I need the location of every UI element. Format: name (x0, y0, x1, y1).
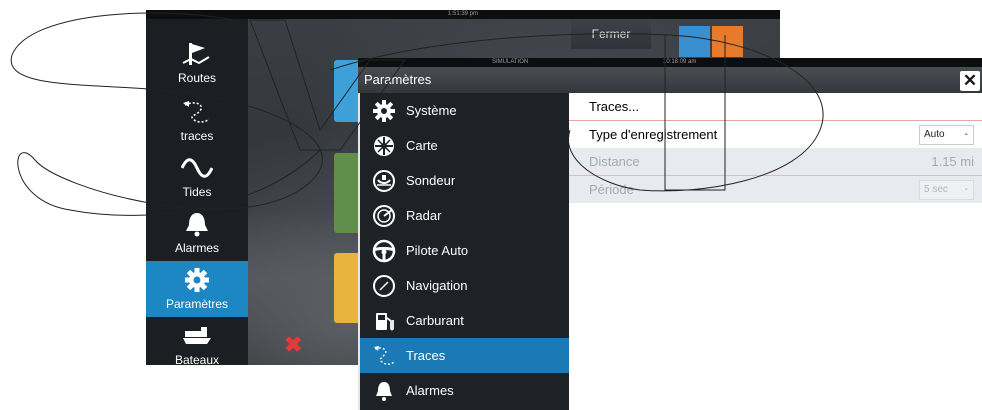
menu-item-alarmes[interactable]: Alarmes (360, 373, 569, 408)
gear-icon (185, 268, 209, 292)
settings-menu: Système Carte Sondeur Radar Pilote Auto … (358, 93, 569, 410)
traces-icon (374, 346, 395, 365)
app-tile-orange[interactable] (712, 26, 743, 57)
fermer-button[interactable]: Fermer (571, 19, 651, 49)
close-button[interactable]: ✕ (960, 71, 980, 91)
distance-row: Distance 1.15 mi (569, 148, 982, 175)
routes-flag-icon (182, 43, 210, 65)
sidebar-item-label: Routes (177, 71, 217, 85)
period-label: Période (589, 182, 634, 197)
sidebar-item-label: traces (180, 129, 214, 143)
settings-content: Traces... Type d'enregistrement Auto - D… (569, 93, 982, 410)
menu-item-radar[interactable]: Radar (360, 198, 569, 233)
menu-item-label: Navigation (406, 278, 468, 293)
chart-wheel-icon (374, 136, 394, 156)
dialog-status-bar: SIMULATION 10:18:09 am (358, 58, 982, 67)
menu-item-traces[interactable]: Traces (360, 338, 569, 373)
app-tile-blue[interactable] (679, 26, 710, 57)
radar-icon (373, 205, 395, 227)
sidebar-item-tides[interactable]: Tides (146, 149, 248, 205)
settings-dialog: SIMULATION 10:18:09 am Paramètres ✕ Syst… (358, 58, 982, 410)
menu-item-carte[interactable]: Carte (360, 128, 569, 163)
menu-item-label: Sondeur (406, 173, 456, 188)
background-status-bar: 1:51:39 pm (146, 10, 780, 19)
record-type-value: Auto (924, 129, 945, 140)
status-time: 10:18:09 am (663, 59, 697, 65)
menu-item-label: Système (406, 103, 457, 118)
home-sidebar: Routes traces Tides Alarmes Paramètres B… (146, 19, 248, 365)
bell-icon (376, 382, 392, 401)
sidebar-item-routes[interactable]: Routes (146, 35, 248, 91)
dialog-title: Paramètres (358, 67, 982, 93)
sidebar-item-traces[interactable]: traces (146, 93, 248, 149)
menu-item-label: Alarmes (406, 383, 454, 398)
tides-wave-icon (181, 158, 213, 178)
distance-label: Distance (589, 154, 640, 169)
menu-item-carburant[interactable]: Carburant (360, 303, 569, 338)
dropdown-caret-icon: - (964, 129, 968, 140)
period-dropdown: 5 sec - (919, 180, 974, 200)
sidebar-item-label: Paramètres (165, 297, 229, 311)
steering-wheel-icon (372, 239, 396, 263)
menu-item-label: Pilote Auto (406, 243, 469, 258)
clock-text: 1:51:39 pm (447, 11, 479, 17)
gear-icon (373, 100, 395, 122)
bell-icon (186, 213, 208, 237)
menu-item-label: Carburant (406, 313, 464, 328)
sidebar-item-parametres[interactable]: Paramètres (146, 261, 248, 317)
sidebar-item-label: Bateaux (174, 353, 220, 365)
dropdown-caret-icon: - (964, 184, 968, 195)
menu-item-pilote-auto[interactable]: Pilote Auto (360, 233, 569, 268)
traces-link[interactable]: Traces... (589, 93, 639, 120)
sidebar-item-alarmes[interactable]: Alarmes (146, 205, 248, 261)
record-type-label: Type d'enregistrement (589, 127, 718, 142)
menu-item-sondeur[interactable]: Sondeur (360, 163, 569, 198)
sidebar-item-bateaux[interactable]: Bateaux (146, 317, 248, 365)
close-x-icon[interactable]: ✖ (284, 332, 302, 358)
compass-icon (373, 275, 395, 297)
traces-link-row[interactable]: Traces... (569, 93, 982, 120)
record-type-dropdown[interactable]: Auto - (919, 125, 974, 145)
distance-value: 1.15 mi (931, 154, 974, 169)
menu-item-label: Traces (406, 348, 446, 363)
sidebar-item-label: Tides (182, 185, 212, 199)
ship-icon (183, 327, 211, 344)
simulation-label: SIMULATION (492, 59, 529, 65)
menu-item-label: Radar (406, 208, 442, 223)
sounder-icon (373, 170, 395, 192)
period-row: Période 5 sec - (569, 176, 982, 203)
period-value: 5 sec (924, 184, 948, 195)
menu-item-navigation[interactable]: Navigation (360, 268, 569, 303)
sidebar-item-label: Alarmes (174, 241, 219, 255)
menu-item-label: Carte (406, 138, 438, 153)
traces-icon (183, 101, 210, 123)
fuel-pump-icon (376, 313, 394, 331)
menu-item-systeme[interactable]: Système (360, 93, 569, 128)
record-type-row: Type d'enregistrement Auto - (569, 121, 982, 148)
